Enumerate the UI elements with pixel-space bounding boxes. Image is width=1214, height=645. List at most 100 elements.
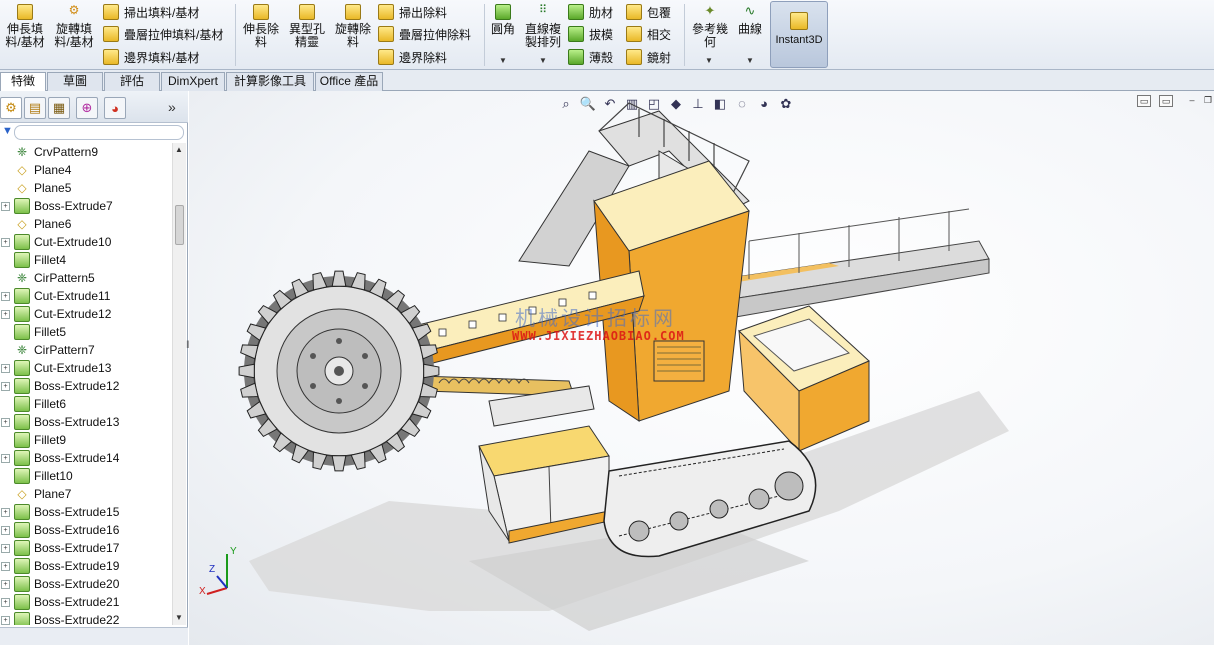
swept-boss-button[interactable]: 掃出填料/基材 (103, 2, 199, 22)
tree-item[interactable]: + Boss-Extrude16 (0, 521, 172, 539)
expand-icon[interactable]: + (1, 615, 10, 625)
tree-item[interactable]: + Cut-Extrude11 (0, 287, 172, 305)
tree-item[interactable]: + Boss-Extrude12 (0, 377, 172, 395)
tree-item[interactable]: + Boss-Extrude14 (0, 449, 172, 467)
swept-cut-button[interactable]: 掃出除料 (378, 2, 447, 22)
revolve-cut-button[interactable]: 旋轉除 料 (332, 4, 374, 49)
dimxpert-manager-tab[interactable]: ⊕ (76, 97, 98, 119)
trencher-model[interactable] (189, 91, 1214, 645)
tab-features[interactable]: 特徵 (0, 72, 46, 92)
tree-item[interactable]: + Cut-Extrude12 (0, 305, 172, 323)
tree-item-label: Boss-Extrude21 (34, 595, 120, 609)
intersect-button[interactable]: 相交 (626, 24, 671, 44)
ref-geometry-button[interactable]: ✦ 參考幾 何 (688, 4, 732, 49)
tree-item[interactable]: Fillet4 (0, 251, 172, 269)
property-manager-tab[interactable]: ▤ (24, 97, 46, 119)
expand-icon[interactable]: + (1, 363, 10, 373)
tree-item[interactable]: ❈ CirPattern7 (0, 341, 172, 359)
tree-item[interactable]: Fillet10 (0, 467, 172, 485)
graphics-area[interactable]: ⌕ 🔍 ↶ ▥ ◰ ◆ ⊥ ◧ ◌ ◕ ✿ ▭ ▭ – ❐ 机械设计招标网 WW… (189, 91, 1214, 645)
expand-icon[interactable]: + (1, 381, 10, 391)
configuration-manager-tab[interactable]: ▦ (48, 97, 70, 119)
tree-item[interactable]: ❈ CrvPattern9 (0, 143, 172, 161)
expand-icon[interactable]: + (1, 201, 10, 211)
filter-icon[interactable]: ▼ (2, 125, 13, 137)
curves-dropdown-icon[interactable]: ▼ (746, 56, 754, 65)
extrude-icon (14, 306, 30, 322)
curves-button[interactable]: ∿ 曲線 (734, 4, 766, 36)
tree-item[interactable]: ◇ Plane5 (0, 179, 172, 197)
fillet-icon (14, 252, 30, 268)
scroll-down-icon[interactable]: ▼ (175, 613, 183, 622)
loft-boss-button[interactable]: 疊層拉伸填料/基材 (103, 24, 223, 44)
linear-pattern-button[interactable]: ⠿ 直線複 製排列 (522, 4, 564, 49)
scroll-thumb[interactable] (175, 205, 184, 245)
watermark-chinese: 机械设计招标网 (515, 306, 676, 330)
expand-icon[interactable]: + (1, 417, 10, 427)
mirror-button[interactable]: 鏡射 (626, 47, 671, 67)
tab-office-products[interactable]: Office 產品 (315, 72, 383, 91)
boundary-boss-button[interactable]: 邊界填料/基材 (103, 47, 199, 67)
loft-cut-button[interactable]: 疊層拉伸除料 (378, 24, 471, 44)
expand-icon[interactable]: + (1, 561, 10, 571)
expand-icon[interactable]: + (1, 453, 10, 463)
pattern-dropdown-icon[interactable]: ▼ (539, 56, 547, 65)
expand-icon[interactable]: + (1, 543, 10, 553)
fillet-icon (14, 324, 30, 340)
extrude-icon (14, 198, 30, 214)
tree-item[interactable]: + Boss-Extrude15 (0, 503, 172, 521)
tree-item[interactable]: + Boss-Extrude21 (0, 593, 172, 611)
fillet-dropdown-icon[interactable]: ▼ (499, 56, 507, 65)
expand-icon[interactable]: + (1, 525, 10, 535)
tree-item[interactable]: ◇ Plane6 (0, 215, 172, 233)
tree-item[interactable]: ❈ CirPattern5 (0, 269, 172, 287)
fillet-button[interactable]: 圓角 (488, 4, 518, 36)
expand-icon[interactable]: + (1, 309, 10, 319)
tree-filter-input[interactable] (14, 125, 184, 140)
display-manager-tab[interactable]: ◕ (104, 97, 126, 119)
extrude-cut-button[interactable]: 伸長除 料 (240, 4, 282, 49)
hole-wizard-icon (299, 4, 315, 20)
tab-evaluate[interactable]: 評估 (104, 72, 160, 91)
tree-item[interactable]: ◇ Plane7 (0, 485, 172, 503)
ref-geometry-dropdown-icon[interactable]: ▼ (705, 56, 713, 65)
revolve-boss-button[interactable]: ⚙ 旋轉填 料/基材 (52, 4, 96, 49)
tree-item[interactable]: + Boss-Extrude13 (0, 413, 172, 431)
axis-x-label: X (199, 586, 206, 597)
tab-dimxpert[interactable]: DimXpert (161, 72, 225, 91)
fillet-icon (495, 4, 511, 20)
hole-wizard-button[interactable]: 異型孔 精靈 (286, 4, 328, 49)
tree-item[interactable]: + Cut-Extrude13 (0, 359, 172, 377)
tab-sketch[interactable]: 草圖 (47, 72, 103, 91)
rib-button[interactable]: 肋材 (568, 2, 613, 22)
feature-tree-tab[interactable]: ⚙ (0, 97, 22, 119)
tree-item[interactable]: Fillet9 (0, 431, 172, 449)
instant3d-button[interactable]: Instant3D (770, 1, 828, 68)
tree-item[interactable]: + Cut-Extrude10 (0, 233, 172, 251)
tree-scrollbar[interactable]: ▲ ▼ (172, 143, 186, 625)
tree-item[interactable]: + Boss-Extrude7 (0, 197, 172, 215)
tree-item[interactable]: Fillet5 (0, 323, 172, 341)
boundary-cut-button[interactable]: 邊界除料 (378, 47, 447, 67)
draft-button[interactable]: 拔模 (568, 24, 613, 44)
expand-icon[interactable]: + (1, 597, 10, 607)
tree-item[interactable]: + Boss-Extrude22 (0, 611, 172, 625)
tree-item[interactable]: + Boss-Extrude17 (0, 539, 172, 557)
wrap-button[interactable]: 包覆 (626, 2, 671, 22)
expand-icon[interactable]: + (1, 237, 10, 247)
more-tabs-icon[interactable]: » (168, 99, 176, 115)
expand-icon[interactable]: + (1, 291, 10, 301)
shell-button[interactable]: 薄殼 (568, 47, 613, 67)
extrude-icon (14, 234, 30, 250)
expand-icon[interactable]: + (1, 579, 10, 589)
expand-icon[interactable]: + (1, 507, 10, 517)
scroll-up-icon[interactable]: ▲ (175, 145, 183, 154)
tree-item[interactable]: + Boss-Extrude19 (0, 557, 172, 575)
extrude-icon (14, 288, 30, 304)
extrude-boss-button[interactable]: 伸長填 料/基材 (4, 4, 46, 49)
tree-item[interactable]: + Boss-Extrude20 (0, 575, 172, 593)
tab-render-tools[interactable]: 計算影像工具 (226, 72, 314, 91)
tree-item[interactable]: Fillet6 (0, 395, 172, 413)
tree-item[interactable]: ◇ Plane4 (0, 161, 172, 179)
tree-item-label: Cut-Extrude12 (34, 307, 112, 321)
